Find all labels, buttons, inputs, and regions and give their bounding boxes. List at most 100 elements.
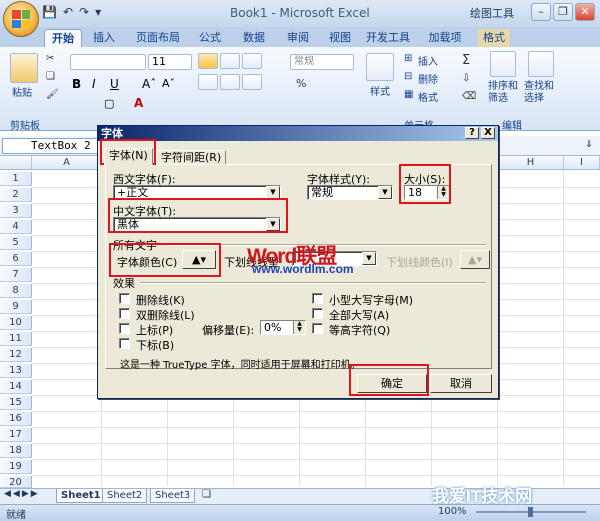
- sheet-tab[interactable]: Sheet3: [150, 489, 196, 503]
- tab-addins[interactable]: 加载项: [424, 29, 466, 47]
- tab-page-layout[interactable]: 页面布局: [132, 29, 184, 47]
- ok-button[interactable]: 确定: [357, 374, 427, 393]
- restore-button[interactable]: ❐: [553, 3, 573, 21]
- small-caps-label[interactable]: 小型大写字母(M): [329, 292, 413, 308]
- chevron-down-icon[interactable]: ▼: [362, 252, 376, 265]
- font-style-combo[interactable]: 常规 ▼: [307, 185, 393, 200]
- clear-icon[interactable]: ⌫: [462, 91, 476, 102]
- tab-view[interactable]: 视图: [324, 29, 356, 47]
- equalize-height-checkbox[interactable]: [312, 323, 323, 334]
- grow-font-icon[interactable]: Aˆ: [142, 77, 156, 91]
- delete-cells-icon[interactable]: ⊟: [404, 71, 412, 82]
- zoom-level[interactable]: 100%: [438, 506, 467, 517]
- format-cells-label[interactable]: 格式: [418, 89, 438, 104]
- copy-icon[interactable]: ❏: [46, 71, 55, 82]
- all-caps-checkbox[interactable]: [312, 308, 323, 319]
- row-header[interactable]: 19: [0, 460, 32, 474]
- align-left-icon[interactable]: [198, 74, 218, 90]
- column-header[interactable]: I: [564, 156, 600, 170]
- chevron-down-icon[interactable]: ▼: [266, 218, 280, 231]
- align-center-icon[interactable]: [220, 74, 240, 90]
- row-header[interactable]: 4: [0, 220, 32, 234]
- delete-cells-label[interactable]: 删除: [418, 71, 438, 86]
- tab-home[interactable]: 开始: [44, 29, 82, 47]
- double-strikethrough-label[interactable]: 双删除线(L): [136, 307, 195, 323]
- underline-icon[interactable]: U: [110, 77, 119, 91]
- cancel-button[interactable]: 取消: [430, 374, 492, 393]
- row-header[interactable]: 3: [0, 204, 32, 218]
- sheet-tab[interactable]: Sheet1: [56, 489, 106, 503]
- superscript-checkbox[interactable]: [119, 323, 130, 334]
- save-icon[interactable]: 💾: [42, 5, 57, 19]
- name-box[interactable]: TextBox 2: [2, 138, 102, 154]
- row-header[interactable]: 5: [0, 236, 32, 250]
- find-select-label[interactable]: 查找和 选择: [524, 81, 554, 105]
- tab-developer[interactable]: 开发工具: [364, 29, 412, 47]
- percent-icon[interactable]: %: [296, 77, 306, 90]
- chinese-font-combo[interactable]: 黑体 ▼: [113, 217, 281, 232]
- superscript-label[interactable]: 上标(P): [136, 322, 173, 338]
- align-top-icon[interactable]: [198, 53, 218, 69]
- find-select-icon[interactable]: [528, 51, 554, 77]
- insert-cells-icon[interactable]: ⊞: [404, 53, 412, 64]
- fill-icon[interactable]: ⇩: [462, 73, 470, 84]
- strikethrough-label[interactable]: 删除线(K): [136, 292, 185, 308]
- close-window-button[interactable]: ✕: [575, 3, 595, 21]
- double-strikethrough-checkbox[interactable]: [119, 308, 130, 319]
- tab-formulas[interactable]: 公式: [194, 29, 226, 47]
- paste-icon[interactable]: [10, 53, 38, 83]
- underline-color-picker[interactable]: ▲▾: [460, 250, 490, 269]
- column-header[interactable]: A: [32, 156, 102, 170]
- row-header[interactable]: 10: [0, 316, 32, 330]
- small-caps-checkbox[interactable]: [312, 293, 323, 304]
- shrink-font-icon[interactable]: Aˇ: [162, 77, 175, 90]
- tab-font[interactable]: 字体(N): [104, 148, 153, 165]
- dialog-help-button[interactable]: ?: [465, 127, 479, 139]
- align-bottom-icon[interactable]: [242, 53, 262, 69]
- align-middle-icon[interactable]: [220, 53, 240, 69]
- tab-data[interactable]: 数据: [238, 29, 270, 47]
- strikethrough-checkbox[interactable]: [119, 293, 130, 304]
- office-button[interactable]: [3, 1, 39, 37]
- select-all-corner[interactable]: [0, 156, 32, 170]
- italic-icon[interactable]: I: [92, 77, 96, 91]
- cut-icon[interactable]: ✂: [46, 53, 54, 64]
- row-header[interactable]: 13: [0, 364, 32, 378]
- styles-icon[interactable]: [366, 53, 394, 81]
- tab-insert[interactable]: 插入: [88, 29, 120, 47]
- row-header[interactable]: 18: [0, 444, 32, 458]
- spinner-arrows-icon[interactable]: ▲ ▼: [293, 321, 305, 334]
- sheet-tab[interactable]: Sheet2: [102, 489, 148, 503]
- western-font-combo[interactable]: +正文 ▼: [113, 185, 281, 200]
- bold-icon[interactable]: B: [72, 77, 81, 91]
- chevron-down-icon[interactable]: ▼: [378, 186, 392, 199]
- sheet-nav-arrows-icon[interactable]: ◀◀▶▶: [4, 489, 40, 499]
- font-size-spinner[interactable]: 18 ▲ ▼: [404, 185, 450, 200]
- autosum-icon[interactable]: Σ: [462, 53, 470, 68]
- row-header[interactable]: 6: [0, 252, 32, 266]
- insert-sheet-icon[interactable]: ❏: [202, 489, 211, 500]
- font-size-combo[interactable]: 11: [148, 54, 192, 70]
- font-color-picker[interactable]: ▲▾: [182, 250, 216, 269]
- font-name-combo[interactable]: [70, 54, 146, 70]
- row-header[interactable]: 8: [0, 284, 32, 298]
- row-header[interactable]: 16: [0, 412, 32, 426]
- offset-spinner[interactable]: 0% ▲ ▼: [260, 320, 306, 335]
- row-header[interactable]: 17: [0, 428, 32, 442]
- zoom-slider-thumb[interactable]: [528, 507, 533, 517]
- spinner-arrows-icon[interactable]: ▲ ▼: [437, 186, 449, 199]
- align-right-icon[interactable]: [242, 74, 262, 90]
- fill-color-icon[interactable]: ▢: [104, 97, 114, 110]
- format-cells-icon[interactable]: ▦: [404, 89, 413, 100]
- row-header[interactable]: 15: [0, 396, 32, 410]
- row-header[interactable]: 20: [0, 476, 32, 488]
- sort-filter-icon[interactable]: [490, 51, 516, 77]
- redo-icon[interactable]: ↷: [79, 5, 89, 19]
- insert-cells-label[interactable]: 插入: [418, 53, 438, 68]
- sort-filter-label[interactable]: 排序和 筛选: [488, 81, 518, 105]
- row-header[interactable]: 14: [0, 380, 32, 394]
- row-header[interactable]: 9: [0, 300, 32, 314]
- row-header[interactable]: 2: [0, 188, 32, 202]
- tab-review[interactable]: 审阅: [282, 29, 314, 47]
- number-format-combo[interactable]: 常规: [290, 54, 354, 70]
